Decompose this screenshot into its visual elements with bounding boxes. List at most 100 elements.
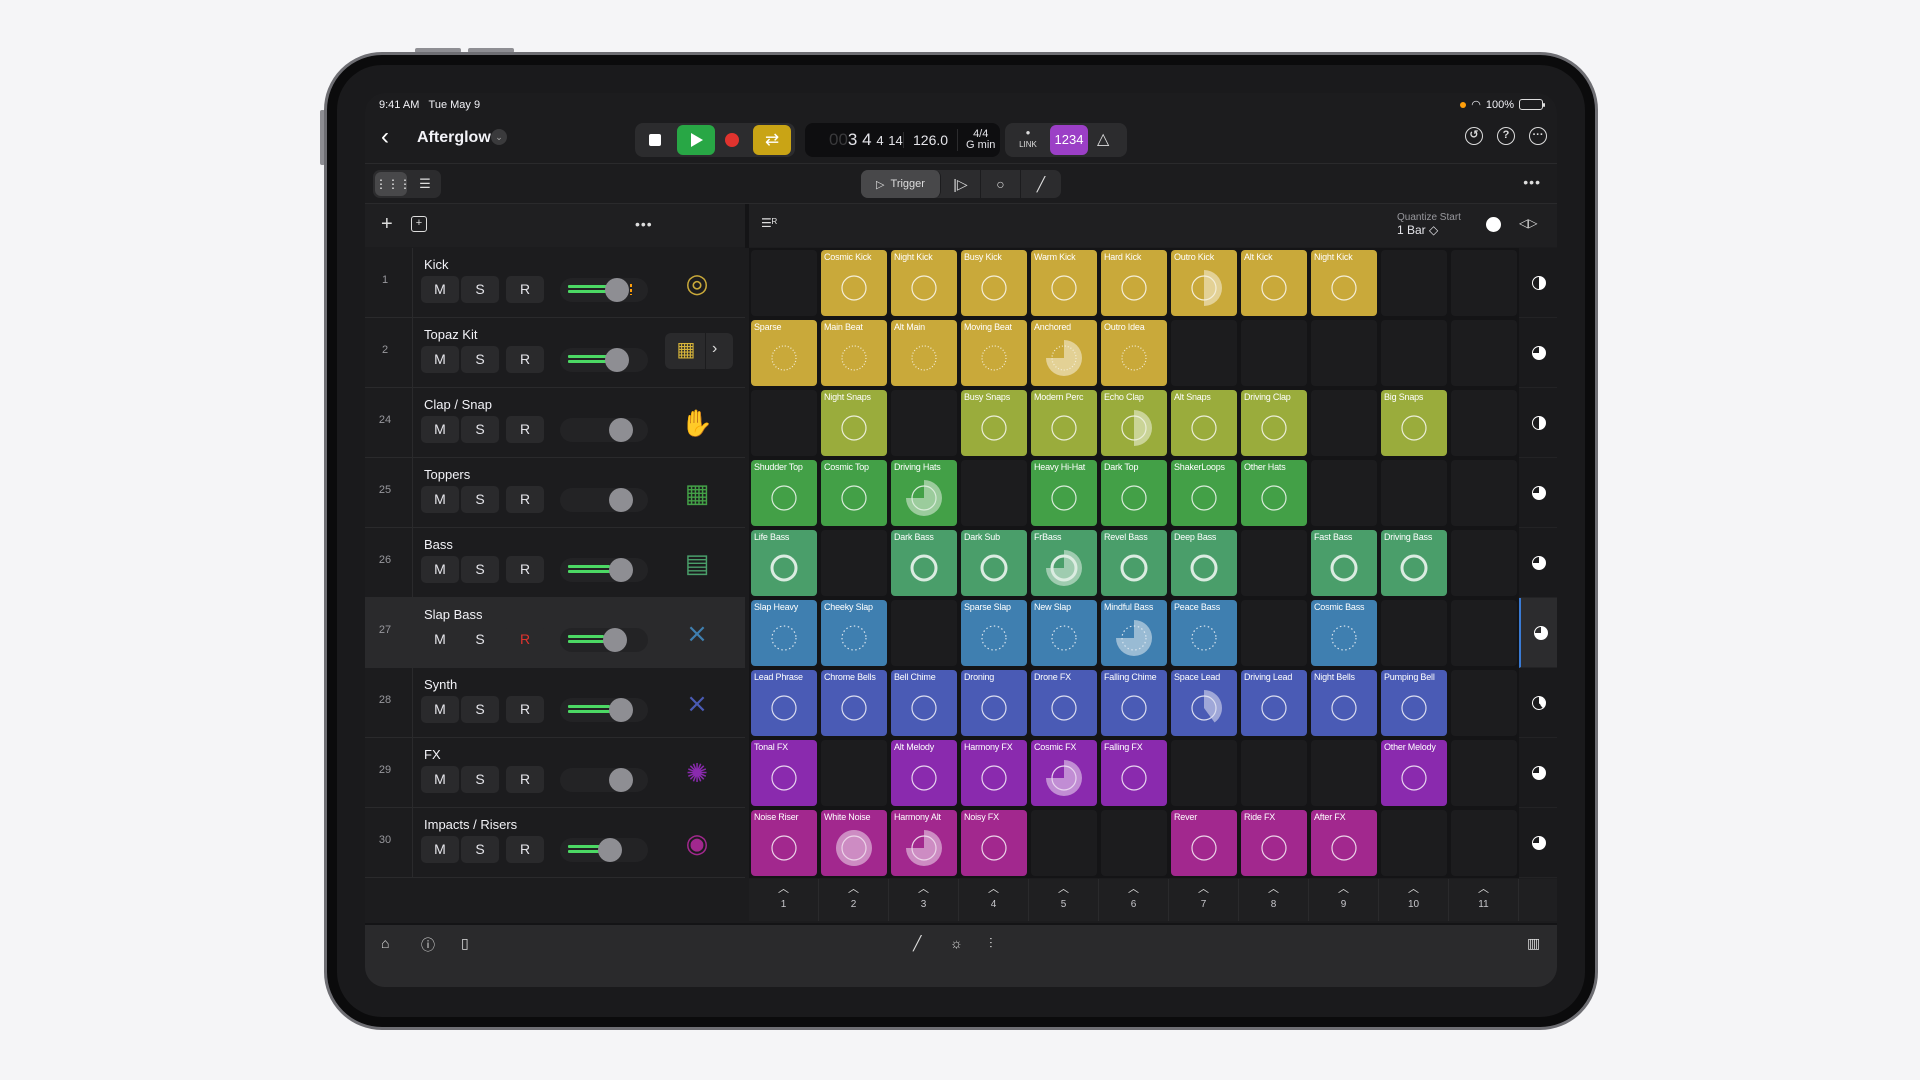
track-stop-button[interactable] [1519, 528, 1557, 598]
clip-cell[interactable]: Slap Heavy [751, 600, 817, 666]
clip-cell[interactable]: Busy Snaps [961, 390, 1027, 456]
clip-cell[interactable]: Outro Idea [1101, 320, 1167, 386]
toolbar-more-button[interactable]: ••• [1523, 174, 1541, 190]
clip-cell[interactable]: White Noise [821, 810, 887, 876]
clip-cell[interactable]: Droning [961, 670, 1027, 736]
stop-button[interactable] [649, 134, 661, 146]
empty-clip-slot[interactable] [1451, 530, 1517, 596]
clip-cell[interactable]: Outro Kick [1171, 250, 1237, 316]
lcd-display[interactable]: 003 4 4 14 126.0 4/4 G min [805, 123, 1000, 157]
clip-cell[interactable]: Lead Phrase [751, 670, 817, 736]
track-header[interactable]: 25 Toppers M S R ▦ [365, 458, 745, 528]
volume-knob[interactable] [603, 628, 627, 652]
volume-knob[interactable] [609, 418, 633, 442]
empty-clip-slot[interactable] [751, 250, 817, 316]
clip-cell[interactable]: New Slap [1031, 600, 1097, 666]
clip-cell[interactable]: ShakerLoops [1171, 460, 1237, 526]
scene-trigger-button[interactable]: ︿ 1 [749, 879, 819, 921]
tracks-view-button[interactable]: ☰ [411, 172, 439, 196]
empty-clip-slot[interactable] [1311, 390, 1377, 456]
help-icon[interactable]: ? [1497, 127, 1515, 145]
clip-cell[interactable]: Driving Clap [1241, 390, 1307, 456]
cycle-button[interactable]: ⇄ [753, 125, 791, 155]
volume-knob[interactable] [605, 348, 630, 372]
empty-clip-slot[interactable] [1381, 250, 1447, 316]
track-stop-button[interactable] [1519, 248, 1557, 318]
track-header[interactable]: 24 Clap / Snap M S R ✋ [365, 388, 745, 458]
clip-cell[interactable]: Sparse [751, 320, 817, 386]
track-stop-button[interactable] [1519, 458, 1557, 528]
solo-button[interactable]: S [461, 766, 499, 793]
solo-button[interactable]: S [461, 836, 499, 863]
scene-trigger-button[interactable]: ︿ 3 [889, 879, 959, 921]
track-header[interactable]: 30 Impacts / Risers M S R ◉ [365, 808, 745, 878]
track-header-divider[interactable] [745, 204, 749, 248]
lcd-tempo[interactable]: 126.0 [903, 132, 957, 148]
project-name[interactable]: Afterglow [417, 129, 491, 147]
volume-knob[interactable] [609, 768, 633, 792]
clip-cell[interactable]: Pumping Bell [1381, 670, 1447, 736]
solo-button[interactable]: S [461, 626, 499, 653]
mute-button[interactable]: M [421, 766, 459, 793]
clip-cell[interactable]: Shudder Top [751, 460, 817, 526]
empty-clip-slot[interactable] [1101, 810, 1167, 876]
instrument-button[interactable]: ▦ › [665, 333, 733, 369]
clip-cell[interactable]: Falling FX [1101, 740, 1167, 806]
clip-cell[interactable]: Fast Bass [1311, 530, 1377, 596]
clip-cell[interactable]: Warm Kick [1031, 250, 1097, 316]
mute-button[interactable]: M [421, 416, 459, 443]
track-stop-button[interactable] [1519, 598, 1557, 668]
mute-button[interactable]: M [421, 276, 459, 303]
track-header-more-button[interactable]: ••• [635, 216, 653, 232]
mute-button[interactable]: M [421, 836, 459, 863]
record-enable-button[interactable]: R [506, 626, 544, 653]
lcd-signature-key[interactable]: 4/4 G min [957, 129, 995, 151]
empty-clip-slot[interactable] [1311, 320, 1377, 386]
drum-kick-icon[interactable]: ◎ [680, 266, 714, 300]
piano-keyboard-icon[interactable]: ▥ [1527, 935, 1540, 952]
mute-button[interactable]: M [421, 346, 459, 373]
clip-cell[interactable]: Noisy FX [961, 810, 1027, 876]
track-header[interactable]: 27 Slap Bass M S R ⨯ [365, 598, 745, 668]
empty-clip-slot[interactable] [751, 390, 817, 456]
volume-slider[interactable] [560, 278, 648, 302]
play-button[interactable] [677, 125, 715, 155]
clip-cell[interactable]: Other Melody [1381, 740, 1447, 806]
empty-clip-slot[interactable] [891, 390, 957, 456]
empty-clip-slot[interactable] [1381, 600, 1447, 666]
empty-clip-slot[interactable] [1031, 810, 1097, 876]
clip-cell[interactable]: Echo Clap [1101, 390, 1167, 456]
volume-slider[interactable] [560, 488, 648, 512]
sidebar-icon[interactable]: ▯ [461, 935, 469, 952]
volume-slider[interactable] [560, 838, 648, 862]
project-menu-chevron-icon[interactable]: ⌄ [491, 129, 507, 145]
empty-clip-slot[interactable] [1451, 320, 1517, 386]
add-track-button[interactable]: + [381, 214, 393, 234]
scene-trigger-button[interactable]: ︿ 10 [1379, 879, 1449, 921]
clip-cell[interactable]: Night Bells [1311, 670, 1377, 736]
scene-trigger-button[interactable]: ︿ 8 [1239, 879, 1309, 921]
record-enable-button[interactable]: R [506, 766, 544, 793]
scene-trigger-button[interactable]: ︿ 6 [1099, 879, 1169, 921]
volume-knob[interactable] [609, 488, 633, 512]
keyboard-stand-icon[interactable]: ⨯ [680, 686, 714, 720]
track-stop-button[interactable] [1519, 318, 1557, 388]
clip-cell[interactable]: Night Kick [1311, 250, 1377, 316]
empty-clip-slot[interactable] [1451, 250, 1517, 316]
clip-cell[interactable]: Drone FX [1031, 670, 1097, 736]
clip-cell[interactable]: Mindful Bass [1101, 600, 1167, 666]
clip-cell[interactable]: Driving Lead [1241, 670, 1307, 736]
record-enable-button[interactable]: R [506, 346, 544, 373]
keyboard-stand-icon[interactable]: ⨯ [680, 616, 714, 650]
clip-cell[interactable]: Falling Chime [1101, 670, 1167, 736]
hand-clap-icon[interactable]: ✋ [680, 406, 714, 440]
volume-knob[interactable] [609, 558, 633, 582]
scene-trigger-button[interactable]: ︿ 2 [819, 879, 889, 921]
scene-trigger-button[interactable]: ︿ 4 [959, 879, 1029, 921]
clip-cell[interactable]: Rever [1171, 810, 1237, 876]
volume-slider[interactable] [560, 768, 648, 792]
clip-cell[interactable]: Dark Bass [891, 530, 957, 596]
scene-trigger-button[interactable]: ︿ 11 [1449, 879, 1519, 921]
quantize-knob-icon[interactable] [1486, 217, 1501, 232]
record-loop-button[interactable]: ○ [981, 170, 1021, 198]
